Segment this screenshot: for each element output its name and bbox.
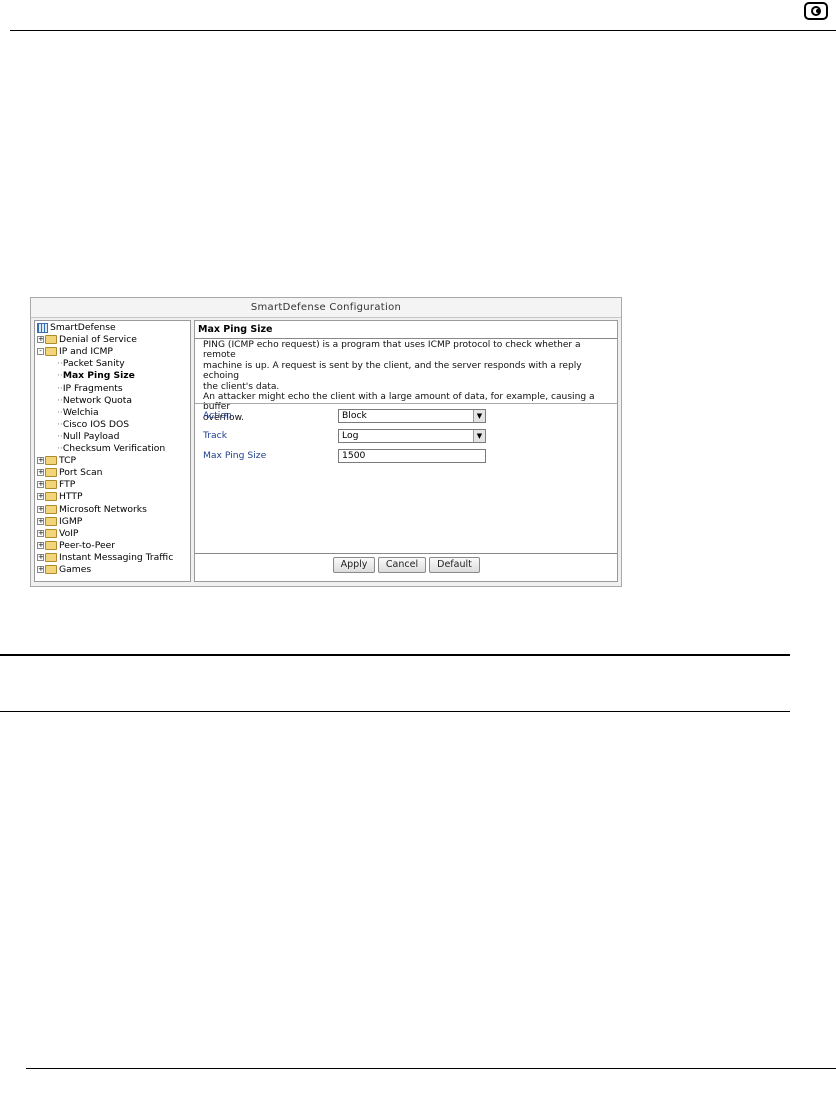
divider bbox=[195, 553, 617, 554]
tree-item-label: FTP bbox=[59, 479, 76, 491]
tree-item[interactable]: + FTP bbox=[37, 479, 75, 491]
tree-item-label: Welchia bbox=[62, 406, 99, 418]
folder-icon bbox=[45, 528, 57, 538]
track-select[interactable]: Log ▼ bbox=[338, 429, 486, 443]
tree-item-label: IP and ICMP bbox=[59, 346, 113, 358]
header-rule bbox=[10, 30, 836, 31]
tree-item[interactable]: - IP and ICMP bbox=[37, 346, 113, 358]
collapse-icon[interactable]: - bbox=[37, 348, 44, 356]
tree-item[interactable]: + Denial of Service bbox=[37, 334, 137, 346]
tree-item-label: HTTP bbox=[59, 491, 83, 503]
tree-item[interactable]: ··Null Payload bbox=[57, 431, 119, 443]
tree-item-label: TCP bbox=[59, 455, 77, 467]
description-line: PING (ICMP echo request) is a program th… bbox=[203, 340, 581, 361]
tree-item[interactable]: ··Checksum Verification bbox=[57, 443, 165, 455]
folder-icon bbox=[45, 504, 57, 514]
description-line: the client's data. bbox=[203, 381, 280, 392]
tree-item-label: Peer-to-Peer bbox=[59, 539, 116, 551]
tree-item[interactable]: + HTTP bbox=[37, 491, 83, 503]
tree-item[interactable]: ··Network Quota bbox=[57, 395, 132, 407]
tree-item[interactable]: + TCP bbox=[37, 455, 76, 467]
expand-icon[interactable]: + bbox=[37, 529, 44, 537]
tree-root[interactable]: SmartDefense bbox=[37, 322, 116, 334]
expand-icon[interactable]: + bbox=[37, 505, 44, 513]
tree-item[interactable]: + Port Scan bbox=[37, 467, 102, 479]
expand-icon[interactable]: + bbox=[37, 517, 44, 525]
tree-item-label: Packet Sanity bbox=[62, 358, 125, 370]
max-ping-size-label: Max Ping Size bbox=[203, 450, 267, 461]
cancel-button[interactable]: Cancel bbox=[378, 557, 426, 573]
tree-item[interactable]: ··IP Fragments bbox=[57, 383, 123, 395]
tree-item-label: IP Fragments bbox=[62, 382, 123, 394]
track-select-value: Log bbox=[342, 430, 359, 441]
action-select[interactable]: Block ▼ bbox=[338, 409, 486, 423]
smartdefense-icon bbox=[37, 322, 48, 333]
tree-item[interactable]: ··Cisco IOS DOS bbox=[57, 419, 129, 431]
expand-icon[interactable]: + bbox=[37, 553, 44, 561]
folder-icon bbox=[45, 347, 57, 357]
tree-item-label: Microsoft Networks bbox=[59, 503, 147, 515]
tree-item[interactable]: + Peer-to-Peer bbox=[37, 540, 115, 552]
window-title: SmartDefense Configuration bbox=[31, 298, 621, 318]
tree-item[interactable]: + VoIP bbox=[37, 528, 78, 540]
track-label: Track bbox=[203, 430, 228, 441]
action-select-value: Block bbox=[342, 410, 367, 421]
expand-icon[interactable]: + bbox=[37, 457, 44, 465]
max-ping-size-input[interactable]: 1500 bbox=[338, 449, 486, 463]
tree-item-label: IGMP bbox=[59, 515, 83, 527]
tree-item[interactable]: + Instant Messaging Traffic bbox=[37, 552, 173, 564]
section-rule bbox=[0, 654, 790, 656]
smartdefense-config-window: SmartDefense Configuration SmartDefense … bbox=[30, 297, 622, 587]
folder-icon bbox=[45, 540, 57, 550]
settings-panel: Max Ping Size PING (ICMP echo request) i… bbox=[194, 320, 618, 582]
tree-item-label: Port Scan bbox=[59, 467, 103, 479]
chevron-down-icon[interactable]: ▼ bbox=[473, 430, 485, 442]
description-line: machine is up. A request is sent by the … bbox=[203, 360, 582, 382]
max-ping-size-value: 1500 bbox=[342, 450, 366, 461]
expand-icon[interactable]: + bbox=[37, 541, 44, 549]
footer-rule bbox=[26, 1068, 836, 1069]
tree-item[interactable]: + Microsoft Networks bbox=[37, 504, 147, 516]
tree-item[interactable]: ··Max Ping Size bbox=[57, 370, 135, 382]
smartdefense-tree[interactable]: SmartDefense + Denial of Service - IP and I… bbox=[34, 320, 191, 582]
folder-icon bbox=[45, 480, 57, 490]
tree-item-label: Network Quota bbox=[62, 394, 133, 406]
tree-root-label: SmartDefense bbox=[50, 322, 116, 333]
tree-item[interactable]: ··Packet Sanity bbox=[57, 358, 125, 370]
default-button[interactable]: Default bbox=[429, 557, 480, 573]
action-label: Action bbox=[203, 410, 232, 421]
folder-icon bbox=[45, 468, 57, 478]
tree-item[interactable]: ··Welchia bbox=[57, 407, 99, 419]
apply-button[interactable]: Apply bbox=[333, 557, 375, 573]
folder-icon bbox=[45, 335, 57, 345]
expand-icon[interactable]: + bbox=[37, 566, 44, 573]
expand-icon[interactable]: + bbox=[37, 336, 44, 344]
folder-icon bbox=[45, 492, 57, 502]
expand-icon[interactable]: + bbox=[37, 481, 44, 489]
tree-item-label: Denial of Service bbox=[59, 334, 137, 346]
tree-item-label: Instant Messaging Traffic bbox=[59, 551, 174, 563]
tree-item[interactable]: + IGMP bbox=[37, 516, 82, 528]
check-point-logo-icon bbox=[804, 2, 828, 20]
tree-item-label: Games bbox=[59, 564, 92, 575]
tree-item-label: Cisco IOS DOS bbox=[62, 418, 130, 430]
tree-item-label: VoIP bbox=[59, 527, 79, 539]
tree-item[interactable]: + Games bbox=[37, 564, 91, 576]
folder-icon bbox=[45, 456, 57, 466]
panel-title: Max Ping Size bbox=[198, 324, 273, 335]
divider bbox=[195, 403, 617, 404]
tree-item-label: Checksum Verification bbox=[62, 443, 166, 454]
folder-icon bbox=[45, 565, 57, 574]
tree-item-label: Max Ping Size bbox=[62, 370, 135, 382]
expand-icon[interactable]: + bbox=[37, 469, 44, 477]
folder-icon bbox=[45, 552, 57, 562]
tree-item-label: Null Payload bbox=[62, 430, 120, 442]
chevron-down-icon[interactable]: ▼ bbox=[473, 410, 485, 422]
expand-icon[interactable]: + bbox=[37, 493, 44, 501]
section-rule bbox=[0, 711, 790, 712]
folder-icon bbox=[45, 516, 57, 526]
divider bbox=[195, 338, 617, 339]
